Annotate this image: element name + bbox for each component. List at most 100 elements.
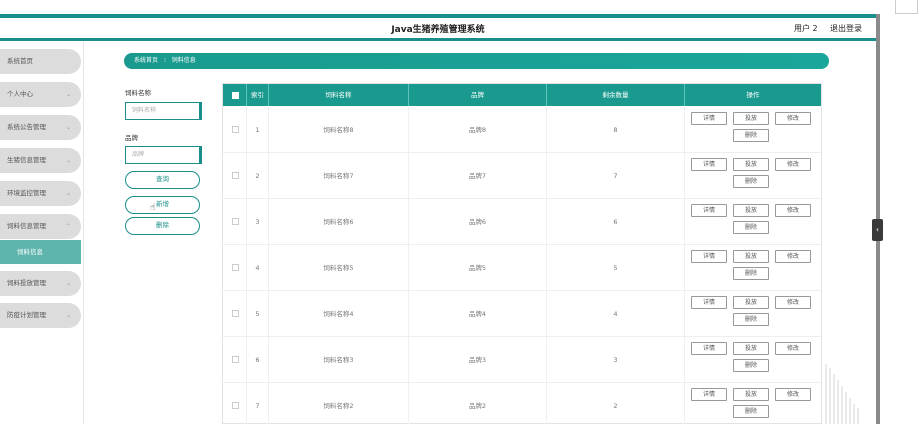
cell-name: 饲料名称2 — [269, 383, 409, 424]
delete-button[interactable]: 删除 — [733, 175, 769, 188]
column-header-index[interactable]: 索引 — [247, 84, 269, 106]
chevron-left-icon[interactable]: ‹ — [872, 219, 883, 241]
delete-button[interactable]: 删除 — [733, 405, 769, 418]
column-header-remaining[interactable]: 剩余数量 — [547, 84, 685, 106]
delete-selected-button[interactable]: 删除 — [125, 217, 200, 235]
feed-button[interactable]: 投放 — [733, 112, 769, 125]
chevron-down-icon: ⌄ — [65, 280, 71, 287]
sidebar-item-profile[interactable]: 个人中心 ⌄ — [0, 82, 81, 107]
detail-button[interactable]: 详情 — [691, 296, 727, 309]
table-row: 4 饲料名称5 品牌5 5 详情 投放 修改 删除 — [223, 245, 821, 291]
cell-remaining: 8 — [547, 107, 685, 153]
column-header-name[interactable]: 饲料名称 — [269, 84, 409, 106]
feed-name-label: 饲料名称 — [125, 89, 151, 97]
row-checkbox[interactable] — [232, 126, 239, 133]
edit-button[interactable]: 修改 — [775, 250, 811, 263]
cell-index: 7 — [247, 383, 269, 424]
cell-index: 1 — [247, 107, 269, 153]
sidebar: 系统首页 个人中心 ⌄ 系统公告管理 ⌄ 生猪信息管理 ⌄ 环境监控管理 ⌄ 饲… — [0, 42, 84, 424]
detail-button[interactable]: 详情 — [691, 204, 727, 217]
cell-brand: 品牌5 — [409, 245, 547, 291]
row-checkbox[interactable] — [232, 172, 239, 179]
chevron-up-icon: ⌃ — [65, 223, 71, 230]
delete-button[interactable]: 删除 — [733, 313, 769, 326]
feed-button[interactable]: 投放 — [733, 204, 769, 217]
cell-actions: 详情 投放 修改 删除 — [685, 199, 821, 245]
sidebar-item-label: 系统公告管理 — [7, 123, 46, 131]
sidebar-item-epidemic-plan[interactable]: 防疫计划管理 ⌄ — [0, 303, 81, 328]
table-row: 3 饲料名称6 品牌6 6 详情 投放 修改 删除 — [223, 199, 821, 245]
sidebar-subitem-feed-info[interactable]: 饲料信息 — [0, 240, 81, 264]
delete-button[interactable]: 删除 — [733, 221, 769, 234]
select-all-checkbox[interactable] — [232, 92, 239, 99]
cell-name: 饲料名称5 — [269, 245, 409, 291]
chevron-down-icon: ⌄ — [65, 157, 71, 164]
edit-button[interactable]: 修改 — [775, 296, 811, 309]
breadcrumb: 系统首页 ⁝ 饲料信息 — [124, 53, 829, 69]
app-root: Java生猪养殖管理系统 用户 2 退出登录 系统首页 个人中心 ⌄ 系统公告管… — [0, 0, 918, 424]
app-title: Java生猪养殖管理系统 — [391, 25, 485, 35]
row-checkbox[interactable] — [232, 218, 239, 225]
edit-button[interactable]: 修改 — [775, 342, 811, 355]
cell-index: 5 — [247, 291, 269, 337]
cell-index: 4 — [247, 245, 269, 291]
logout-link[interactable]: 退出登录 — [830, 23, 862, 34]
detail-button[interactable]: 详情 — [691, 112, 727, 125]
chevron-down-icon: ⌄ — [65, 124, 71, 131]
feed-button[interactable]: 投放 — [733, 388, 769, 401]
cell-remaining: 2 — [547, 383, 685, 424]
cell-name: 饲料名称8 — [269, 107, 409, 153]
column-header-actions: 操作 — [746, 91, 760, 99]
sidebar-item-feed-delivery[interactable]: 饲料投放管理 ⌄ — [0, 271, 81, 296]
query-button[interactable]: 查询 — [125, 171, 200, 189]
feed-table: 索引 饲料名称 品牌 剩余数量 操作 1 饲料名称8 品牌8 8 详情 投放 修… — [222, 83, 822, 424]
edit-button[interactable]: 修改 — [775, 112, 811, 125]
detail-button[interactable]: 详情 — [691, 388, 727, 401]
edit-button[interactable]: 修改 — [775, 204, 811, 217]
delete-button[interactable]: 删除 — [733, 267, 769, 280]
feed-button[interactable]: 投放 — [733, 342, 769, 355]
feed-button[interactable]: 投放 — [733, 250, 769, 263]
edit-button[interactable]: 修改 — [775, 158, 811, 171]
sidebar-item-pig-info[interactable]: 生猪信息管理 ⌄ — [0, 148, 81, 173]
breadcrumb-separator: ⁝ — [163, 57, 166, 64]
row-select-cell — [223, 245, 247, 291]
column-header-brand[interactable]: 品牌 — [409, 84, 547, 106]
cell-index: 2 — [247, 153, 269, 199]
detail-button[interactable]: 详情 — [691, 250, 727, 263]
table-row: 6 饲料名称3 品牌3 3 详情 投放 修改 删除 — [223, 337, 821, 383]
row-checkbox[interactable] — [232, 310, 239, 317]
feed-button[interactable]: 投放 — [733, 296, 769, 309]
feed-button[interactable]: 投放 — [733, 158, 769, 171]
cell-actions: 详情 投放 修改 删除 — [685, 153, 821, 199]
sidebar-item-label: 防疫计划管理 — [7, 311, 46, 319]
sidebar-item-feed-info[interactable]: 饲料信息管理 ⌃ — [0, 214, 81, 239]
row-select-cell — [223, 291, 247, 337]
brand-input[interactable]: 品牌 — [125, 146, 202, 164]
detail-button[interactable]: 详情 — [691, 158, 727, 171]
window-corner — [895, 0, 918, 14]
row-checkbox[interactable] — [232, 402, 239, 409]
delete-button[interactable]: 删除 — [733, 359, 769, 372]
detail-button[interactable]: 详情 — [691, 342, 727, 355]
cell-brand: 品牌3 — [409, 337, 547, 383]
chevron-down-icon: ⌄ — [65, 312, 71, 319]
feed-name-input[interactable]: 饲料名称 — [125, 102, 202, 120]
row-checkbox[interactable] — [232, 264, 239, 271]
cell-actions: 详情 投放 修改 删除 — [685, 337, 821, 383]
cell-actions: 详情 投放 修改 删除 — [685, 245, 821, 291]
cell-remaining: 3 — [547, 337, 685, 383]
sidebar-item-environment[interactable]: 环境监控管理 ⌄ — [0, 181, 81, 206]
row-select-cell — [223, 107, 247, 153]
sidebar-item-announcements[interactable]: 系统公告管理 ⌄ — [0, 115, 81, 140]
edit-button[interactable]: 修改 — [775, 388, 811, 401]
delete-button[interactable]: 删除 — [733, 129, 769, 142]
cell-brand: 品牌6 — [409, 199, 547, 245]
add-button[interactable]: 新增 — [125, 196, 200, 214]
breadcrumb-home[interactable]: 系统首页 — [134, 57, 158, 64]
cell-remaining: 7 — [547, 153, 685, 199]
table-row: 1 饲料名称8 品牌8 8 详情 投放 修改 删除 — [223, 107, 821, 153]
sidebar-item-home[interactable]: 系统首页 — [0, 49, 81, 74]
table-header: 索引 饲料名称 品牌 剩余数量 操作 — [223, 84, 821, 106]
row-checkbox[interactable] — [232, 356, 239, 363]
